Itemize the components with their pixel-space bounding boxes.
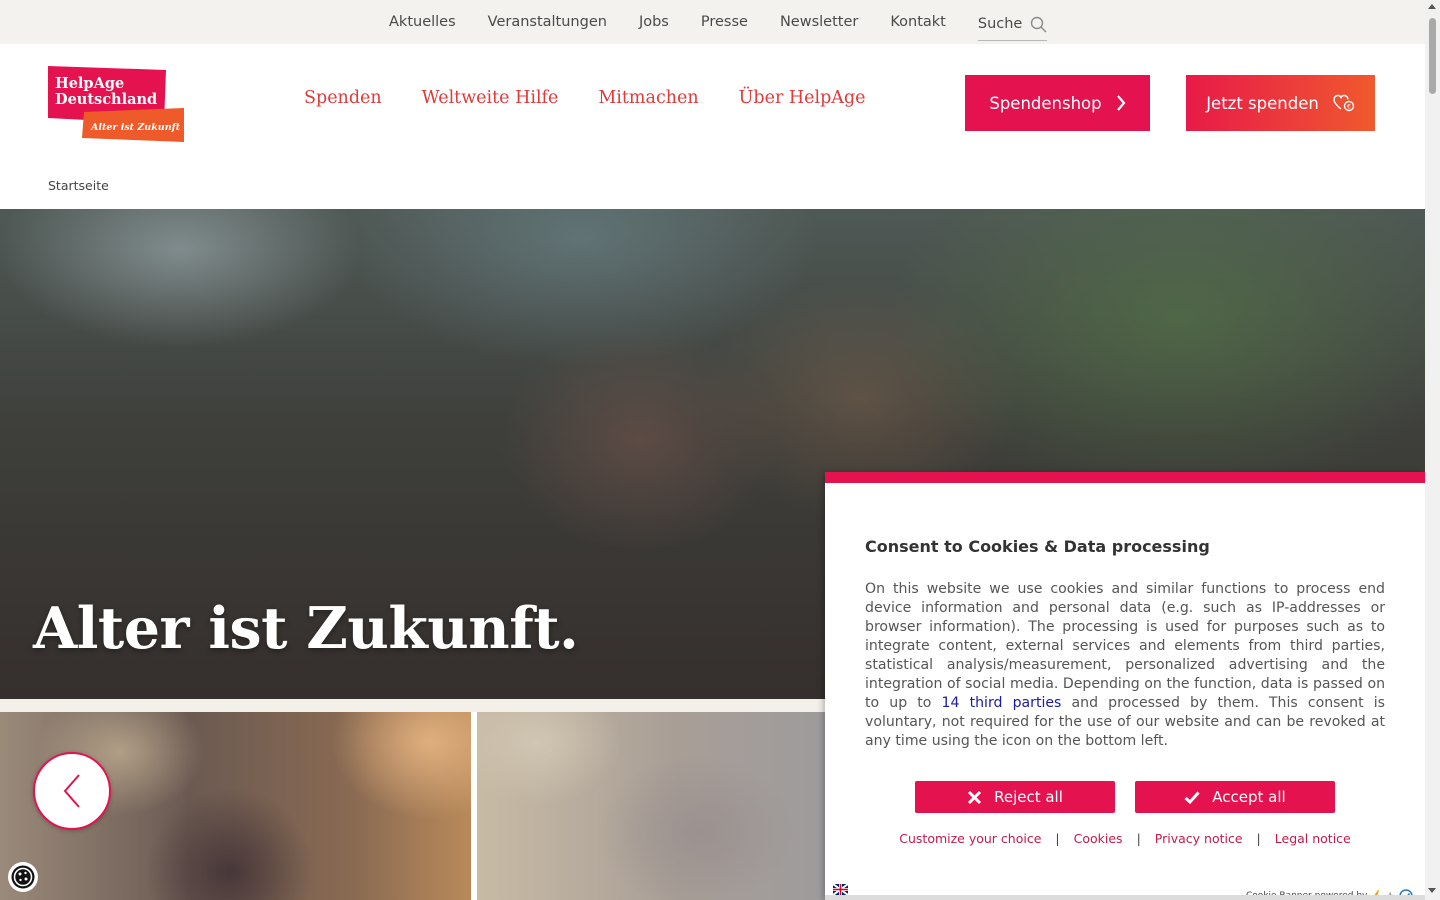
search-icon [1031, 16, 1047, 32]
customize-choice-link[interactable]: Customize your choice [899, 831, 1041, 846]
nav-ueber-helpage[interactable]: Über HelpAge [739, 88, 866, 108]
slider-prev-button[interactable] [33, 752, 111, 830]
teaser-image-2[interactable] [477, 712, 877, 900]
privacy-notice-link[interactable]: Privacy notice [1155, 831, 1243, 846]
search-label: Suche [977, 16, 1023, 32]
cookie-settings-button[interactable] [8, 862, 38, 892]
utility-link-presse[interactable]: Presse [701, 14, 748, 30]
consent-links: Customize your choice | Cookies | Privac… [825, 831, 1425, 846]
consent-text: On this website we use cookies and simil… [865, 580, 1385, 751]
link-separator: | [1256, 831, 1261, 846]
accept-all-button[interactable]: Accept all [1135, 781, 1335, 813]
utility-link-newsletter[interactable]: Newsletter [780, 14, 858, 30]
scrollbar-thumb[interactable] [1429, 18, 1436, 94]
hero-title: Alter ist Zukunft. [33, 595, 579, 662]
logo-line1: HelpAge [55, 75, 124, 92]
jetzt-spenden-button[interactable]: Jetzt spenden € [1186, 75, 1375, 131]
utility-link-veranstaltungen[interactable]: Veranstaltungen [488, 14, 607, 30]
link-separator: | [1136, 831, 1141, 846]
svg-text:€: € [1347, 104, 1351, 111]
site-header: HelpAge Deutschland Alter ist Zukunft Sp… [0, 44, 1425, 161]
consent-title: Consent to Cookies & Data processing [865, 537, 1210, 556]
scroll-up-arrow[interactable] [1428, 4, 1436, 9]
cookies-link[interactable]: Cookies [1074, 831, 1123, 846]
logo-line2: Deutschland [55, 91, 157, 108]
reject-all-button[interactable]: Reject all [915, 781, 1115, 813]
spendenshop-button[interactable]: Spendenshop [965, 75, 1150, 131]
reject-all-label: Reject all [994, 788, 1063, 806]
chevron-right-icon [1116, 95, 1126, 111]
logo-tagline: Alter ist Zukunft [90, 122, 181, 133]
search-field[interactable]: Suche [977, 8, 1048, 41]
page-scrollbar[interactable] [1425, 0, 1440, 900]
utility-link-aktuelles[interactable]: Aktuelles [389, 14, 456, 30]
flag-icon[interactable] [833, 884, 848, 895]
utility-nav: Aktuelles Veranstaltungen Jobs Presse Ne… [389, 0, 1048, 44]
accept-all-label: Accept all [1212, 788, 1286, 806]
consent-scrollbar[interactable] [825, 895, 1425, 900]
cookie-consent-dialog: Consent to Cookies & Data processing On … [825, 472, 1425, 900]
legal-notice-link[interactable]: Legal notice [1275, 831, 1351, 846]
third-parties-link[interactable]: 14 third parties [942, 695, 1062, 711]
helpage-logo[interactable]: HelpAge Deutschland Alter ist Zukunft [48, 66, 184, 142]
heart-hand-icon: € [1333, 94, 1355, 112]
consent-text-part1: On this website we use cookies and simil… [865, 581, 1385, 711]
breadcrumb-home[interactable]: Startseite [48, 178, 109, 193]
utility-link-kontakt[interactable]: Kontakt [890, 14, 946, 30]
nav-spenden[interactable]: Spenden [304, 88, 382, 108]
utility-link-jobs[interactable]: Jobs [639, 14, 669, 30]
spendenshop-label: Spendenshop [989, 93, 1102, 113]
top-utility-bar: Aktuelles Veranstaltungen Jobs Presse Ne… [0, 0, 1425, 44]
jetzt-spenden-label: Jetzt spenden [1206, 93, 1319, 113]
check-icon [1184, 790, 1200, 804]
close-icon [968, 790, 982, 804]
nav-weltweite-hilfe[interactable]: Weltweite Hilfe [422, 88, 559, 108]
chevron-left-icon [63, 774, 80, 808]
cookie-icon [11, 865, 35, 889]
breadcrumb: Startseite [0, 161, 1425, 209]
scroll-down-arrow[interactable] [1428, 888, 1436, 893]
nav-mitmachen[interactable]: Mitmachen [598, 88, 698, 108]
link-separator: | [1055, 831, 1060, 846]
main-nav: Spenden Weltweite Hilfe Mitmachen Über H… [304, 88, 906, 108]
